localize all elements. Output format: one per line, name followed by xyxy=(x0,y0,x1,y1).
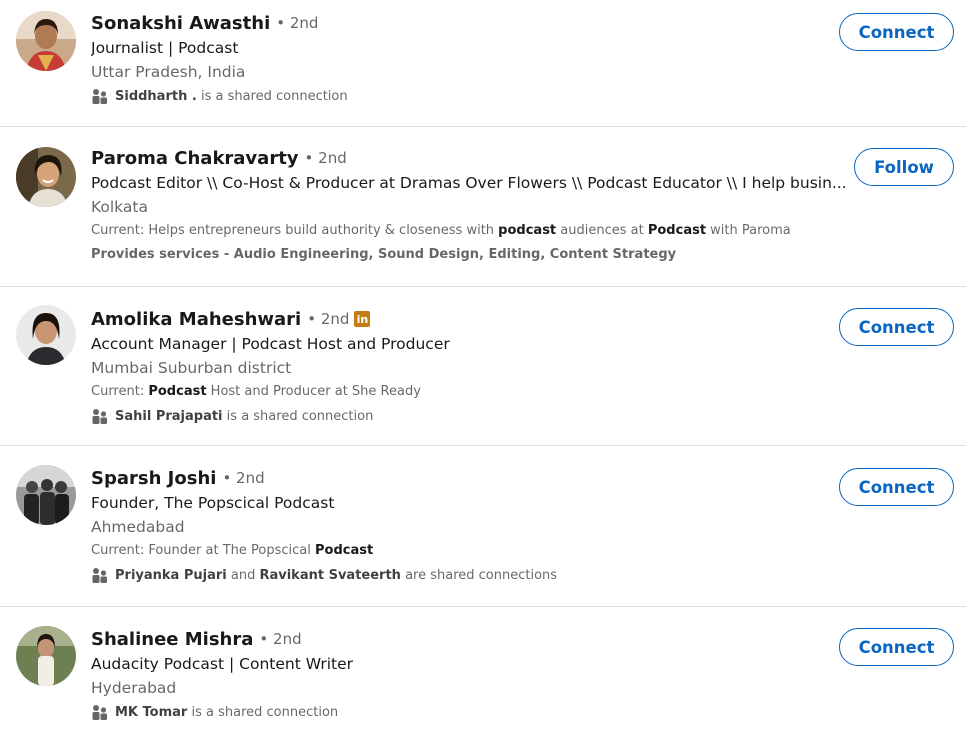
profile-location: Hyderabad xyxy=(91,679,177,697)
profile-name[interactable]: Sonakshi Awasthi xyxy=(91,13,270,34)
shared-suffix: is a shared connection xyxy=(200,88,348,104)
connection-degree: • 2nd xyxy=(276,14,319,32)
avatar[interactable] xyxy=(16,11,76,71)
shared-connections[interactable]: Sahil Prajapati is a shared connection xyxy=(91,404,846,428)
profile-location: Mumbai Suburban district xyxy=(91,359,292,377)
profile-name[interactable]: Shalinee Mishra xyxy=(91,629,253,650)
shared-suffix: is a shared connection xyxy=(191,704,339,720)
profile-headline: Account Manager | Podcast Host and Produ… xyxy=(91,335,450,353)
avatar[interactable] xyxy=(16,305,76,365)
linkedin-premium-icon: in xyxy=(354,311,371,327)
profile-headline: Audacity Podcast | Content Writer xyxy=(91,655,354,673)
avatar[interactable] xyxy=(16,465,76,525)
current-position: Current: Founder at The Popscical Podcas… xyxy=(91,543,374,558)
people-icon xyxy=(92,409,107,424)
follow-button[interactable]: Follow xyxy=(854,148,954,186)
profile-name[interactable]: Paroma Chakravarty xyxy=(91,148,299,169)
connection-degree: • 2nd xyxy=(259,630,302,648)
result-row: Paroma Chakravarty • 2nd Podcast Editor \… xyxy=(0,127,966,287)
people-icon xyxy=(92,568,107,583)
profile-name[interactable]: Sparsh Joshi xyxy=(91,468,216,489)
people-icon xyxy=(92,705,107,720)
connect-button[interactable]: Connect xyxy=(839,468,954,506)
result-row: Sonakshi Awasthi • 2nd Journalist | Podca… xyxy=(0,0,966,127)
connection-degree: • 2nd xyxy=(307,310,350,328)
shared-connections[interactable]: Priyanka Pujari and Ravikant Svateerth a… xyxy=(91,563,846,587)
profile-headline: Founder, The Popscical Podcast xyxy=(91,494,335,512)
result-row: Sparsh Joshi • 2nd Founder, The Popscical… xyxy=(0,446,966,607)
connection-degree: • 2nd xyxy=(304,149,347,167)
connect-button[interactable]: Connect xyxy=(839,308,954,346)
result-row: Amolika Maheshwari • 2nd in Account Manage… xyxy=(0,287,966,446)
shared-suffix: are shared connections xyxy=(405,567,558,583)
connect-button[interactable]: Connect xyxy=(839,13,954,51)
avatar[interactable] xyxy=(16,147,76,207)
profile-headline: Podcast Editor \\ Co-Host & Producer at … xyxy=(91,174,847,192)
current-position: Current: Podcast Host and Producer at Sh… xyxy=(91,384,421,399)
profile-name[interactable]: Amolika Maheshwari xyxy=(91,309,301,330)
shared-person-name[interactable]: Ravikant Svateerth xyxy=(259,568,400,583)
shared-connections[interactable]: Siddharth . is a shared connection xyxy=(91,84,846,108)
shared-person-name[interactable]: Sahil Prajapati xyxy=(115,409,223,424)
profile-location: Kolkata xyxy=(91,198,148,216)
shared-person-name[interactable]: MK Tomar xyxy=(115,705,187,720)
current-position: Current: Helps entrepreneurs build autho… xyxy=(91,223,791,238)
profile-location: Ahmedabad xyxy=(91,518,185,536)
provided-services[interactable]: Provides services - Audio Engineering, S… xyxy=(91,243,854,267)
shared-suffix: is a shared connection xyxy=(226,408,374,424)
profile-headline: Journalist | Podcast xyxy=(91,39,239,57)
shared-connections[interactable]: MK Tomar is a shared connection xyxy=(91,700,846,724)
search-results-list: Sonakshi Awasthi • 2nd Journalist | Podca… xyxy=(0,0,966,740)
shared-person-name[interactable]: Priyanka Pujari xyxy=(115,568,227,583)
shared-person-name[interactable]: Siddharth . xyxy=(115,89,197,104)
shared-joiner: and xyxy=(230,567,256,583)
connection-degree: • 2nd xyxy=(222,469,265,487)
profile-location: Uttar Pradesh, India xyxy=(91,63,246,81)
connect-button[interactable]: Connect xyxy=(839,628,954,666)
people-icon xyxy=(92,89,107,104)
avatar[interactable] xyxy=(16,626,76,686)
result-row: Shalinee Mishra • 2nd Audacity Podcast | … xyxy=(0,607,966,740)
